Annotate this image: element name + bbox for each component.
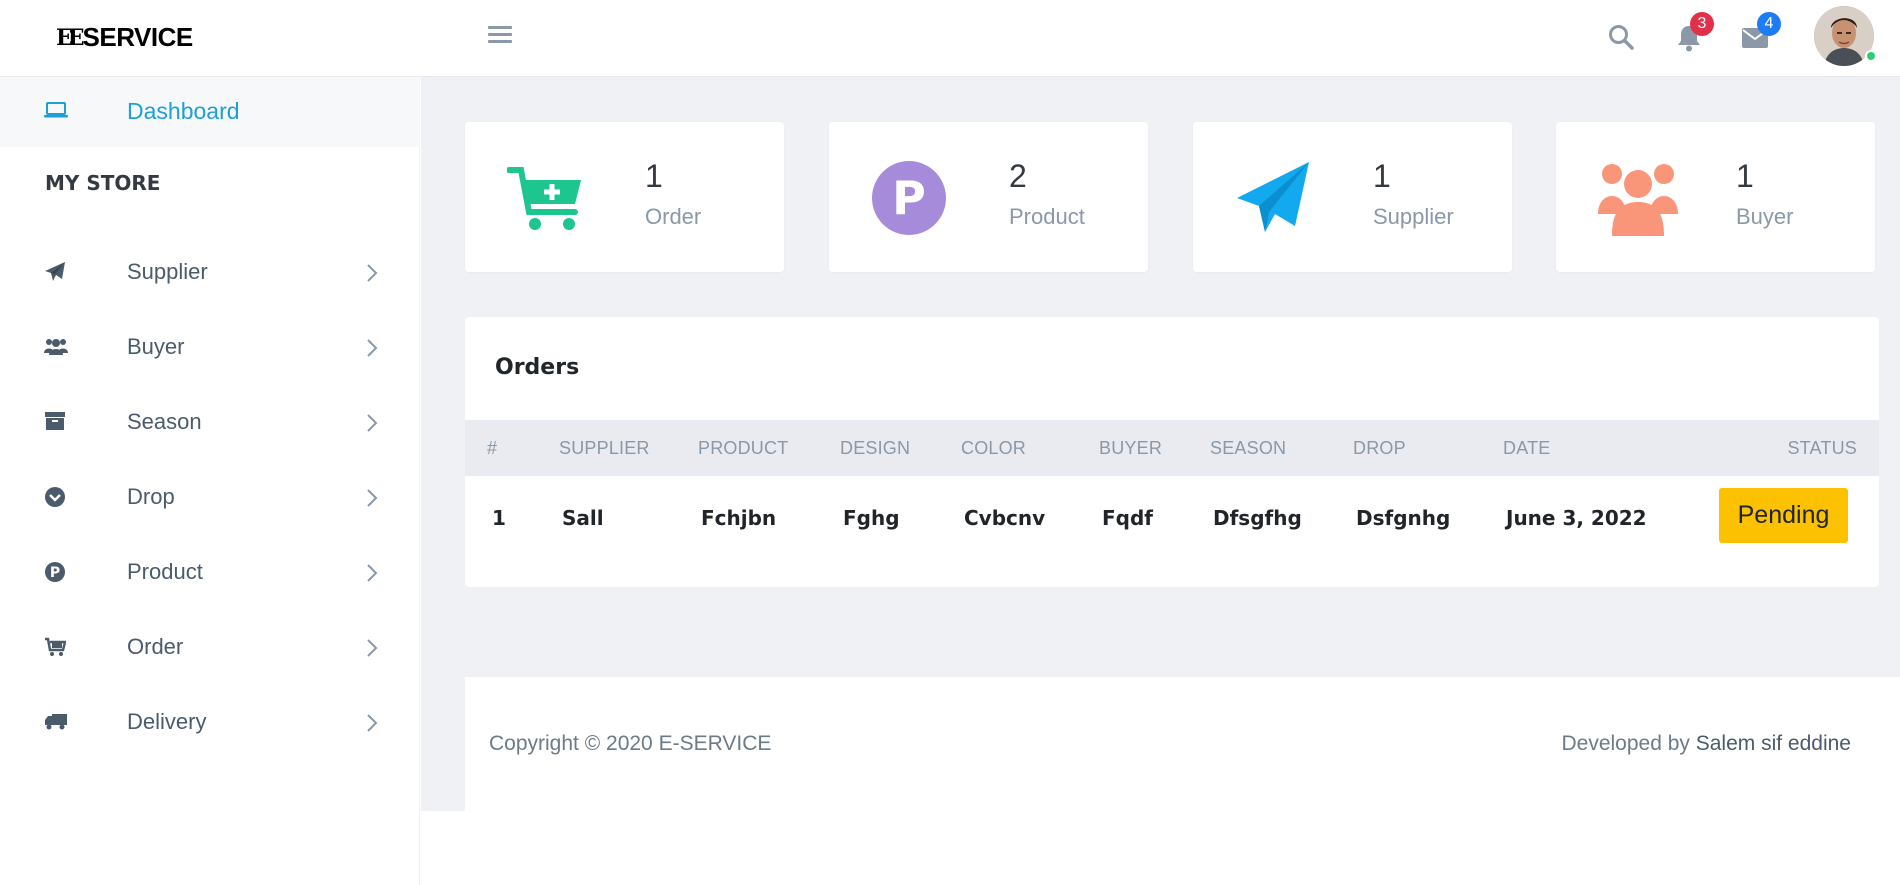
column-header: BUYER <box>1099 438 1163 458</box>
brand-logo[interactable]: EE SERVICE <box>56 22 193 53</box>
paper-plane-icon <box>1235 160 1311 236</box>
sidebar-item-label: Product <box>127 559 203 584</box>
developer-name: Salem sif eddine <box>1695 732 1851 755</box>
orders-title: Orders <box>495 355 580 380</box>
messages-envelope-icon[interactable]: 4 <box>1741 12 1781 53</box>
status-badge[interactable]: Pending <box>1719 488 1848 543</box>
stat-card-product[interactable]: P 2 Product <box>829 122 1148 272</box>
stat-value: 1 <box>1373 158 1391 194</box>
sidebar: Dashboard MY STORE Supplier Buyer Season… <box>0 77 420 885</box>
truck-icon <box>44 711 68 735</box>
archive-icon <box>44 411 68 435</box>
cell-date: June 3, 2022 <box>1506 506 1647 530</box>
footer: Copyright © 2020 E-SERVICE Developed by … <box>465 677 1900 811</box>
chevron-right-icon <box>366 563 378 587</box>
stat-card-buyer[interactable]: 1 Buyer <box>1556 122 1875 272</box>
sidebar-item-label: Order <box>127 634 184 659</box>
chevron-right-icon <box>366 638 378 662</box>
product-p-icon: P <box>44 561 68 585</box>
cell-product: Fchjbn <box>701 506 777 530</box>
logo-text: SERVICE <box>82 22 194 52</box>
stat-card-order[interactable]: 1 Order <box>465 122 784 272</box>
svg-text:P: P <box>892 171 926 225</box>
sidebar-item-dashboard[interactable]: Dashboard <box>0 77 420 147</box>
stat-value: 1 <box>1736 158 1754 194</box>
cart-icon <box>44 636 68 660</box>
column-header: SUPPLIER <box>559 438 650 458</box>
column-header: PRODUCT <box>698 438 789 458</box>
sidebar-item-product[interactable]: P Product <box>0 545 420 601</box>
column-header: DROP <box>1353 438 1406 458</box>
stat-label: Product <box>1009 204 1085 229</box>
chevron-right-icon <box>366 488 378 512</box>
column-header: COLOR <box>961 438 1027 458</box>
laptop-icon <box>44 101 68 123</box>
notifications-badge: 3 <box>1690 12 1714 36</box>
chevron-circle-icon <box>44 486 68 510</box>
sidebar-item-season[interactable]: Season <box>0 395 420 451</box>
bottom-strip <box>421 811 1900 885</box>
sidebar-item-buyer[interactable]: Buyer <box>0 320 420 376</box>
sidebar-item-label: Delivery <box>127 709 207 734</box>
table-header: # SUPPLIER PRODUCT DESIGN COLOR BUYER SE… <box>465 420 1879 476</box>
menu-toggle-icon[interactable] <box>488 26 512 48</box>
developed-by-label: Developed by <box>1561 732 1690 755</box>
sidebar-item-label: Buyer <box>127 334 185 359</box>
chevron-right-icon <box>366 713 378 737</box>
cell-drop: Dsfgnhg <box>1356 506 1451 530</box>
chevron-right-icon <box>366 413 378 437</box>
cell-buyer: Fqdf <box>1102 506 1153 530</box>
copyright-text: Copyright © 2020 E-SERVICE <box>489 732 772 755</box>
users-icon <box>44 336 68 360</box>
orders-panel: Orders # SUPPLIER PRODUCT DESIGN COLOR B… <box>465 317 1879 587</box>
column-header: DESIGN <box>840 438 911 458</box>
notifications-bell-icon[interactable]: 3 <box>1676 12 1714 56</box>
chevron-right-icon <box>366 263 378 287</box>
sidebar-item-label: Season <box>127 409 202 434</box>
cell-season: Dfsgfhg <box>1213 506 1302 530</box>
cell-color: Cvbcnv <box>964 506 1046 530</box>
main-content: 1 Order P 2 Product 1 Supplier 1 Buyer O… <box>421 77 1900 885</box>
search-icon[interactable] <box>1608 24 1634 54</box>
stat-value: 2 <box>1009 158 1027 194</box>
stat-label: Buyer <box>1736 204 1794 229</box>
cart-plus-icon <box>506 160 583 236</box>
logo-mark: EE <box>56 24 84 51</box>
sidebar-item-drop[interactable]: Drop <box>0 470 420 526</box>
messages-badge: 4 <box>1757 12 1781 36</box>
developer-credit: Developed by Salem sif eddine <box>1561 732 1851 756</box>
top-bar: EE SERVICE 3 4 <box>0 0 1900 77</box>
section-title: MY STORE <box>45 171 161 195</box>
product-p-icon: P <box>871 160 947 236</box>
svg-text:P: P <box>50 565 60 581</box>
column-header: STATUS <box>1787 438 1857 458</box>
sidebar-item-delivery[interactable]: Delivery <box>0 695 420 751</box>
stat-card-supplier[interactable]: 1 Supplier <box>1193 122 1512 272</box>
cell-number: 1 <box>492 506 506 530</box>
chevron-right-icon <box>366 338 378 362</box>
online-status-dot <box>1865 50 1877 62</box>
stat-label: Order <box>645 204 702 229</box>
sidebar-item-label: Dashboard <box>127 98 240 124</box>
stat-value: 1 <box>645 158 663 194</box>
cell-design: Fghg <box>843 506 900 530</box>
sidebar-item-label: Supplier <box>127 259 208 284</box>
sidebar-item-order[interactable]: Order <box>0 620 420 676</box>
column-header: DATE <box>1503 438 1551 458</box>
stat-label: Supplier <box>1373 204 1454 229</box>
sidebar-item-supplier[interactable]: Supplier <box>0 245 420 301</box>
paper-plane-icon <box>44 261 68 285</box>
cell-supplier: Sall <box>562 506 604 530</box>
column-header: SEASON <box>1210 438 1287 458</box>
users-icon <box>1598 160 1678 236</box>
sidebar-item-label: Drop <box>127 484 175 509</box>
column-header: # <box>487 438 498 458</box>
